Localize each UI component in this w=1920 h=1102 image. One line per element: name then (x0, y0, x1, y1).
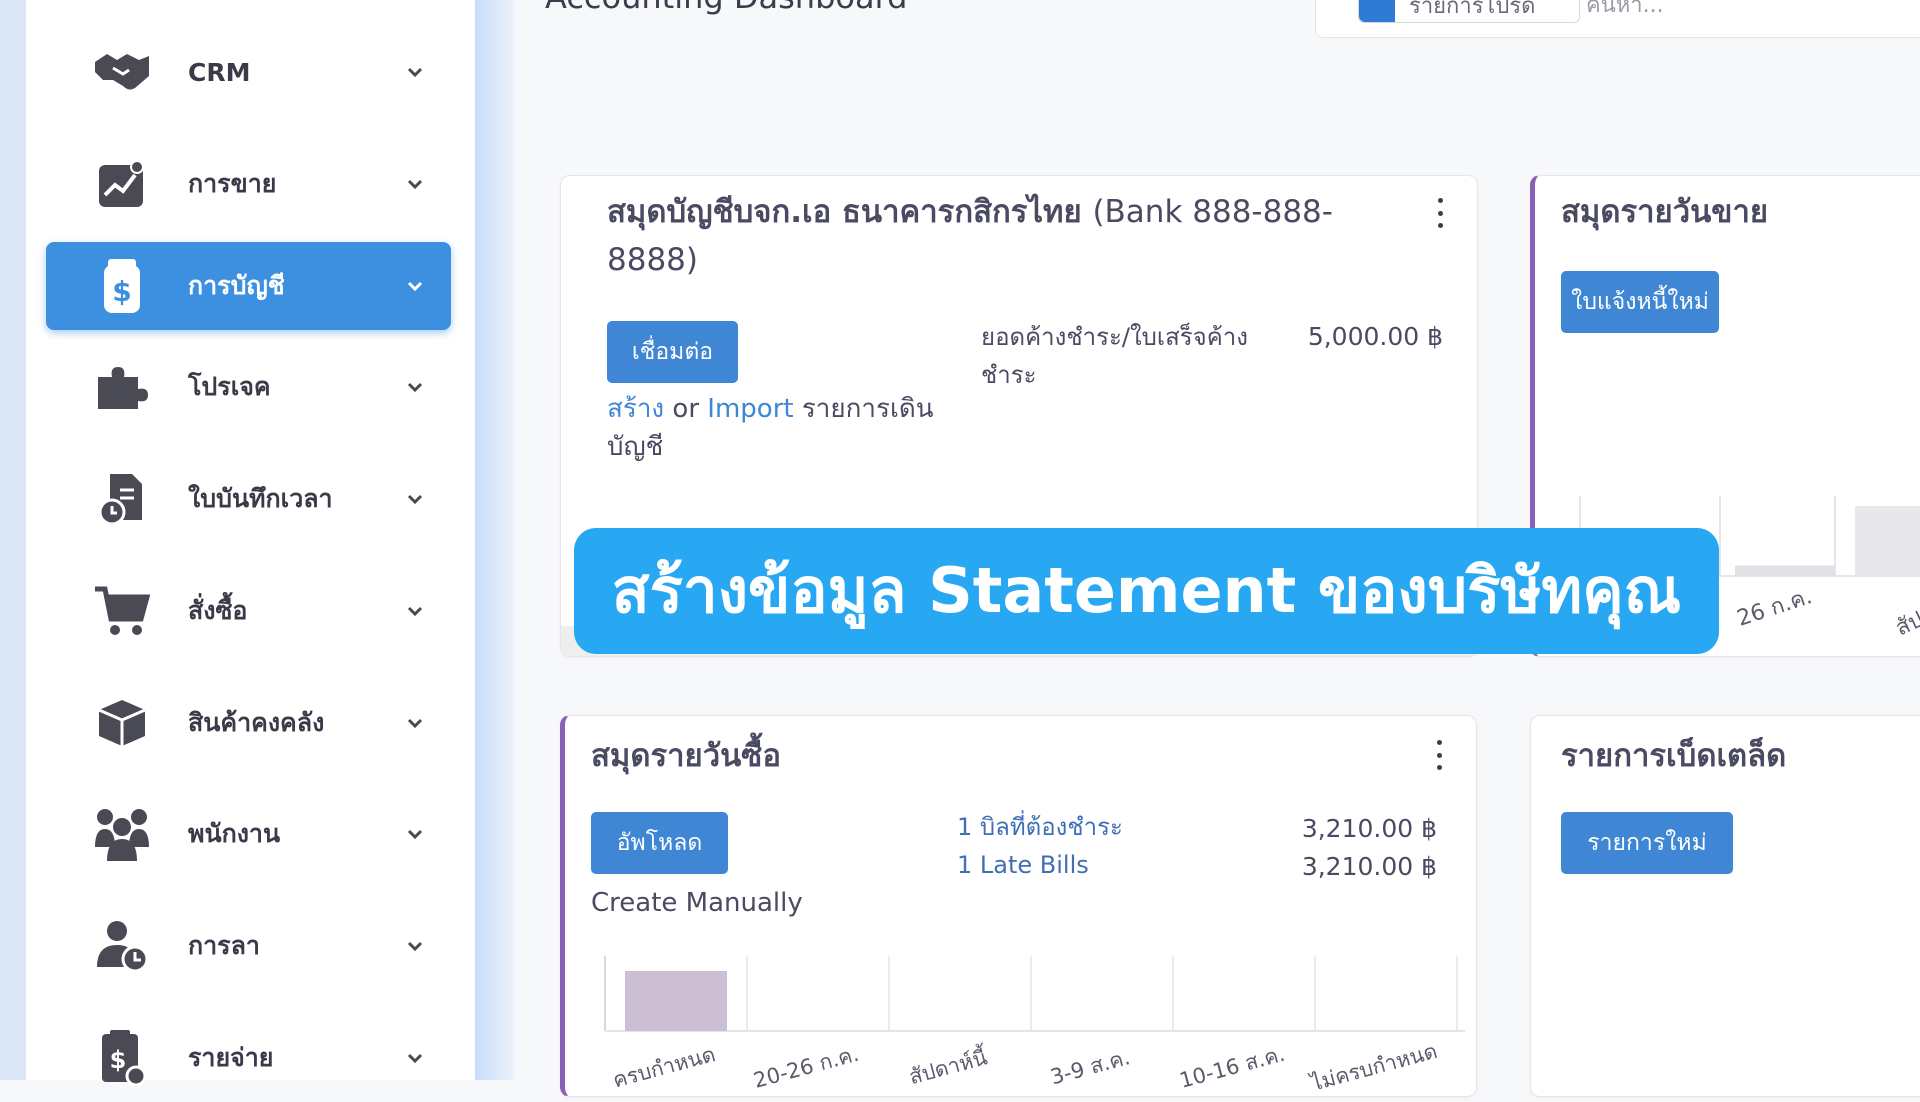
late-bills-value: 3,210.00 ฿ (1301, 852, 1437, 881)
chevron-down-icon (403, 822, 427, 846)
sidebar-item-label: CRM (188, 57, 251, 87)
top-toolbar: รายการโปรด ค้นหา... (1315, 0, 1920, 38)
chevron-down-icon (403, 375, 427, 399)
sidebar-item-leave[interactable]: การลา (46, 902, 451, 990)
purchase-axis-label: สัปดาห์นี้ (906, 1042, 990, 1089)
sidebar-item-label: รายจ่าย (188, 1043, 274, 1072)
late-bills-label[interactable]: 1 Late Bills (957, 846, 1257, 884)
filter-icon (1359, 0, 1395, 22)
sidebar-item-sales[interactable]: การขาย (46, 140, 451, 228)
sidebar-item-inventory[interactable]: สินค้าคงคลัง (46, 679, 451, 767)
outstanding-receipts-value: 5,000.00 ฿ (1307, 322, 1443, 351)
sidebar-item-label: สินค้าคงคลัง (188, 708, 325, 737)
window-edge (0, 0, 26, 1080)
sidebar-item-label: การขาย (188, 169, 277, 198)
sidebar-divider (475, 0, 515, 1080)
sales-axis-label: 26 ก.ค. (1734, 584, 1815, 632)
sidebar-item-employees[interactable]: พนักงาน (46, 790, 451, 878)
promo-banner-text: สร้างข้อมูล Statement ของบริษัทคุณ (611, 554, 1682, 627)
or-text: or (664, 394, 708, 424)
new-invoice-button[interactable]: ใบแจ้งหนี้ใหม่ (1561, 271, 1719, 333)
purchase-axis-label: 3-9 ส.ค. (1048, 1045, 1133, 1089)
cart-icon (92, 581, 152, 641)
chevron-down-icon (403, 172, 427, 196)
sidebar: CRM การขาย $ การบัญชี โปรเจค ใบบันทึกเวล… (26, 0, 475, 1086)
dollar-bag-icon: $ (92, 256, 152, 316)
create-manually-link[interactable]: Create Manually (591, 884, 891, 922)
bills-to-pay-value: 3,210.00 ฿ (1301, 814, 1437, 843)
svg-text:$: $ (112, 275, 131, 308)
purchase-axis-label: ไม่ครบกำหนด (1307, 1039, 1440, 1096)
promo-banner: สร้างข้อมูล Statement ของบริษัทคุณ (574, 528, 1719, 654)
upload-button[interactable]: อัพโหลด (591, 812, 728, 874)
timesheet-icon (92, 469, 152, 529)
handshake-icon (92, 42, 152, 102)
sidebar-item-label: การลา (188, 931, 260, 960)
sidebar-item-label: สั่งซื้อ (188, 596, 248, 625)
more-options-icon[interactable] (1435, 198, 1445, 228)
sidebar-item-projects[interactable]: โปรเจค (46, 343, 451, 431)
purchase-axis-label: 10-16 ส.ค. (1177, 1042, 1287, 1093)
misc-card-title: รายการเบ็ดเตล็ด (1561, 738, 1787, 774)
misc-journal-card: รายการเบ็ดเตล็ด รายการใหม่ (1530, 715, 1920, 1097)
purchase-axis-label: 20-26 ก.ค. (751, 1042, 861, 1093)
favorites-filter-button[interactable]: รายการโปรด (1358, 0, 1580, 23)
sales-bar (1855, 506, 1920, 576)
team-icon (92, 804, 152, 864)
sales-bar (1735, 565, 1835, 576)
chevron-down-icon (403, 1046, 427, 1070)
bank-card-title: สมุดบัญชีบจก.เอ ธนาคารกสิกรไทย (Bank 888… (607, 188, 1367, 284)
chevron-down-icon (403, 599, 427, 623)
puzzle-icon (92, 357, 152, 417)
sidebar-item-expenses[interactable]: $ รายจ่าย (46, 1014, 451, 1102)
page-title: Accounting Dashboard (545, 0, 907, 16)
more-options-icon[interactable] (1434, 740, 1444, 770)
chevron-down-icon (403, 60, 427, 84)
sales-card-title: สมุดรายวันขาย (1561, 194, 1769, 230)
create-import-link[interactable]: สร้าง or Import รายการเดินบัญชี (607, 390, 947, 466)
person-clock-icon (92, 916, 152, 976)
purchase-chart: ครบกำหนด 20-26 ก.ค. สัปดาห์นี้ 3-9 ส.ค. 10-1… (604, 956, 1465, 1096)
chevron-down-icon (403, 711, 427, 735)
purchase-axis-label: ครบกำหนด (610, 1042, 718, 1092)
purchase-bar (625, 971, 727, 1031)
sidebar-item-label: พนักงาน (188, 819, 281, 848)
sidebar-item-accounting[interactable]: $ การบัญชี (46, 242, 451, 330)
box-icon (92, 693, 152, 753)
chevron-down-icon (403, 487, 427, 511)
sidebar-item-label: ใบบันทึกเวลา (188, 484, 333, 513)
purchase-card-title: สมุดรายวันซื้อ (591, 738, 781, 774)
sidebar-item-crm[interactable]: CRM (46, 28, 451, 116)
create-link[interactable]: สร้าง (607, 394, 664, 424)
sidebar-item-purchase[interactable]: สั่งซื้อ (46, 567, 451, 655)
connect-button[interactable]: เชื่อมต่อ (607, 321, 738, 383)
sidebar-item-timesheet[interactable]: ใบบันทึกเวลา (46, 455, 451, 543)
receipt-dollar-icon: $ (92, 1028, 152, 1088)
search-input[interactable]: ค้นหา... (1586, 0, 1664, 22)
sidebar-item-label: การบัญชี (188, 271, 285, 300)
bank-card-title-text: สมุดบัญชีบจก.เอ ธนาคารกสิกรไทย (607, 194, 1082, 230)
favorites-filter-label: รายการโปรด (1409, 0, 1536, 19)
sidebar-item-label: โปรเจค (188, 372, 271, 401)
purchase-journal-card: สมุดรายวันซื้อ อัพโหลด Create Manually 1… (560, 715, 1477, 1097)
chevron-down-icon (403, 934, 427, 958)
svg-text:$: $ (110, 1046, 127, 1074)
sales-chart-icon (92, 154, 152, 214)
import-link[interactable]: Import (707, 394, 793, 424)
outstanding-receipts-label: ยอดค้างชำระ/ใบเสร็จค้างชำระ (981, 323, 1248, 389)
sales-axis-label: สัปดาห์นี้ (1890, 580, 1920, 642)
new-entry-button[interactable]: รายการใหม่ (1561, 812, 1733, 874)
chevron-down-icon (403, 274, 427, 298)
bills-to-pay-label[interactable]: 1 บิลที่ต้องชำระ (957, 808, 1257, 846)
